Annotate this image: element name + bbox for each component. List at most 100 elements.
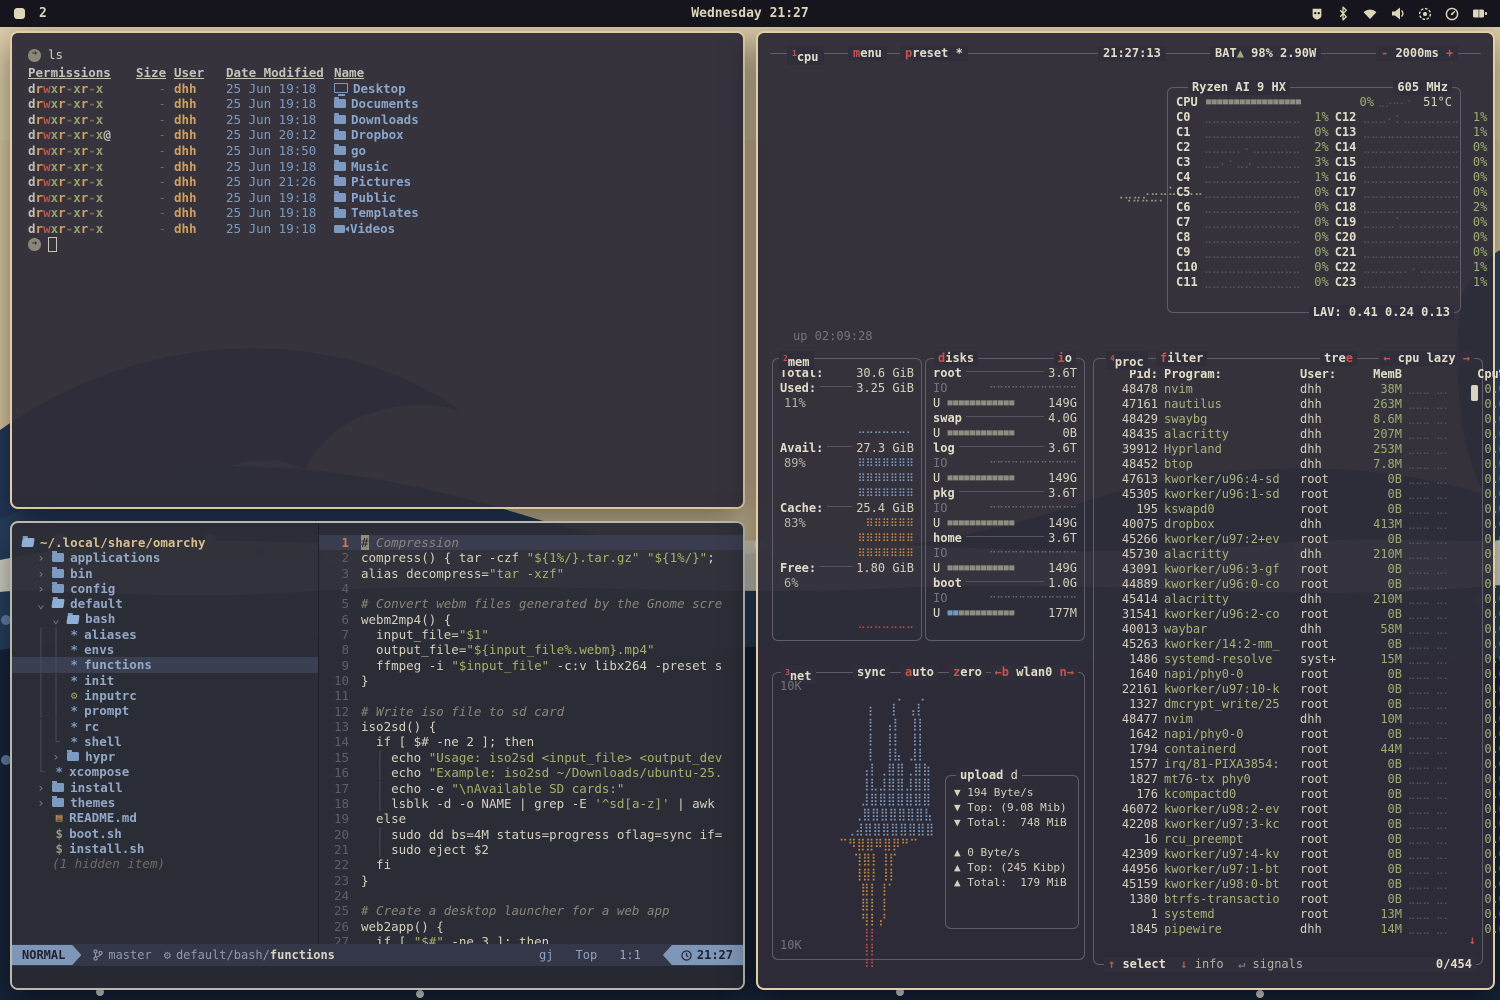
code-line-22[interactable]: 22 fi [319,857,743,872]
code-line-21[interactable]: 21 │ sudo eject $2 [319,842,743,857]
code-line-12[interactable]: 12# Write iso file to sd card [319,704,743,719]
prompt-line-empty[interactable]: ➜ [28,237,729,253]
tree-item-default[interactable]: ⌄ default [22,596,318,611]
code-line-4[interactable]: 4 [319,581,743,596]
volume-icon[interactable] [1391,7,1405,20]
tree-item-install[interactable]: › install [22,780,318,795]
code-line-23[interactable]: 23} [319,873,743,888]
process-row[interactable]: 1380btrfs-transactioroot0B⣀⣀⣀ ⣀⡀0.0 [1102,892,1478,907]
process-row[interactable]: 1827mt76-tx phy0root0B⣀⣀⣀ ⣀⡀0.0 [1102,772,1478,787]
process-row[interactable]: 48452btopdhh7.8M⣀⣀⣀ ⣀⡀0.0 [1102,457,1478,472]
process-row[interactable]: 1794containerdroot44M⣀⣀⣀ ⣀⡀0.0 [1102,742,1478,757]
process-row[interactable]: 45266kworker/u97:2+evroot0B⣀⣀⣀ ⣀⡀0.0 [1102,532,1478,547]
process-row[interactable]: 46072kworker/u98:2-evroot0B⣀⣀⣀ ⣀⡀0.0 [1102,802,1478,817]
tree-item-bin[interactable]: › bin [22,566,318,581]
git-branch[interactable]: master [93,948,151,962]
tree-item-applications[interactable]: › applications [22,550,318,565]
clock[interactable]: Wednesday 21:27 [0,6,1500,21]
mem-box-title[interactable]: 2mem [779,351,814,370]
file-name[interactable]: Dropbox [334,127,729,143]
file-name[interactable]: Desktop [334,81,729,97]
process-row[interactable]: 40013waybardhh58M⣀⣀⣀ ⣀⡀0.0 [1102,622,1478,637]
net-interface-switcher[interactable]: ←b wlan0 n→ [991,665,1078,680]
battery-icon[interactable] [1472,7,1488,20]
file-path[interactable]: ⚙ default/bash/functions [164,948,335,962]
code-line-27[interactable]: 27 if [ "$#" -ne 3 ]; then [319,934,743,944]
code-line-7[interactable]: 7 input_file="$1" [319,627,743,642]
process-scrollbar[interactable] [1471,385,1478,401]
tree-item-readme-md[interactable]: ▤README.md [22,810,318,825]
process-row[interactable]: 45305kworker/u96:1-sdroot0B⣀⣀⣀ ⣀⡀0.0 [1102,487,1478,502]
tree-item-xcompose[interactable]: └ *xcompose [22,764,318,779]
process-row[interactable]: 39912Hyprlanddhh253M⣀⣀⣀ ⣀⡀0.0 [1102,442,1478,457]
process-row[interactable]: 48435alacrittydhh207M⣀⣀⣀ ⣀⡀0.0 [1102,427,1478,442]
code-line-10[interactable]: 10} [319,673,743,688]
refresh-interval-control[interactable]: - 2000ms + [1376,46,1458,61]
wifi-icon[interactable] [1362,7,1378,20]
process-row[interactable]: 45263kworker/14:2-mm_root0B⣀⣀⣀ ⣀⡀0.0 [1102,637,1478,652]
process-row[interactable]: 43091kworker/u96:3-gfroot0B⣀⣀⣀ ⣀⡀0.0 [1102,562,1478,577]
file-name[interactable]: go [334,143,729,159]
process-row[interactable]: 1577irq/81-PIXA3854:root0B⣀⣀⣀ ⣀⡀0.0 [1102,757,1478,772]
code-line-25[interactable]: 25# Create a desktop launcher for a web … [319,903,743,918]
code-line-18[interactable]: 18 │ lsblk -d -o NAME | grep -E '^sd[a-z… [319,796,743,811]
proc-filter-button[interactable]: filter [1156,351,1207,366]
code-line-8[interactable]: 8 output_file="${input_file%.webm}.mp4" [319,642,743,657]
tree-item-prompt[interactable]: │ │ *prompt [22,703,318,718]
screen-record-icon[interactable] [1418,7,1432,21]
net-auto-toggle[interactable]: auto [901,665,938,680]
file-name[interactable]: Pictures [334,174,729,190]
code-line-17[interactable]: 17 │ echo -e "\nAvailable SD cards:" [319,781,743,796]
tree-item-boot-sh[interactable]: $boot.sh [22,826,318,841]
process-row[interactable]: 1640napi/phy0-0root0B⣀⣀⣀ ⣀⡀0.0 [1102,667,1478,682]
process-row[interactable]: 45159kworker/u98:0-btroot0B⣀⣀⣀ ⣀⡀0.0 [1102,877,1478,892]
process-row[interactable]: 195kswapd0root0B⣀⣀⣀ ⣀⡀0.0 [1102,502,1478,517]
process-row[interactable]: 1systemdroot13M⣀⣀⣀ ⣀⡀0.0 [1102,907,1478,922]
code-line-16[interactable]: 16 │ echo "Example: iso2sd ~/Downloads/u… [319,765,743,780]
disks-box-title[interactable]: disks [934,351,978,366]
code-line-11[interactable]: 11 [319,688,743,703]
tree-item-themes[interactable]: › themes [22,795,318,810]
process-row[interactable]: 1642napi/phy0-0root0B⣀⣀⣀ ⣀⡀0.0 [1102,727,1478,742]
tree-item-hypr[interactable]: │ › hypr [22,749,318,764]
code-line-2[interactable]: 2compress() { tar -czf "${1%/}.tar.gz" "… [319,550,743,565]
code-line-26[interactable]: 26web2app() { [319,919,743,934]
process-row[interactable]: 22161kworker/u97:10-kroot0B⣀⣀⣀ ⣀⡀0.0 [1102,682,1478,697]
io-mode-toggle[interactable]: io [1054,351,1076,366]
file-name[interactable]: Music [334,159,729,175]
code-line-13[interactable]: 13iso2sd() { [319,719,743,734]
process-row[interactable]: 42208kworker/u97:3-kcroot0B⣀⣀⣀ ⣀⡀0.0 [1102,817,1478,832]
tree-item-envs[interactable]: │ │ *envs [22,642,318,657]
process-row[interactable]: 176kcompactd0root0B⣀⣀⣀ ⣀⡀0.0 [1102,787,1478,802]
file-name[interactable]: Templates [334,205,729,221]
code-line-5[interactable]: 5# Convert webm files generated by the G… [319,596,743,611]
process-row[interactable]: 45414alacrittydhh210M⣀⣀⣀ ⣀⡀0.0 [1102,592,1478,607]
proc-box-title[interactable]: 4proc [1106,351,1148,370]
tree-item-shell[interactable]: │ └ *shell [22,734,318,749]
code-line-6[interactable]: 6webm2mp4() { [319,612,743,627]
net-zero-toggle[interactable]: zero [949,665,986,680]
net-sync-toggle[interactable]: sync [853,665,890,680]
tree-root[interactable]: ~/.local/share/omarchy [22,535,318,550]
gauge-icon[interactable] [1445,7,1459,21]
proc-tree-toggle[interactable]: tree [1320,351,1357,366]
file-name[interactable]: Public [334,190,729,206]
code-line-24[interactable]: 24 [319,888,743,903]
process-row[interactable]: 42309kworker/u97:4-kvroot0B⣀⣀⣀ ⣀⡀0.0 [1102,847,1478,862]
tree-item-functions[interactable]: │ │ *functions [12,657,318,672]
process-row[interactable]: 48429swaybgdhh8.6M⣀⣀⣀ ⣀⡀0.0 [1102,412,1478,427]
scroll-down-indicator[interactable]: ↓ [1469,933,1476,948]
code-line-3[interactable]: 3alias decompress="tar -xzf" [319,566,743,581]
tree-item-aliases[interactable]: │ │ *aliases [22,627,318,642]
tree-item-bash[interactable]: ⌄ bash [22,611,318,626]
process-row[interactable]: 1327dmcrypt_write/25root0B⣀⣀⣀ ⣀⡀0.0 [1102,697,1478,712]
tree-item-rc[interactable]: │ │ *rc [22,719,318,734]
preset-button[interactable]: preset * [900,46,968,61]
tab-cpu[interactable]: 1cpu [787,46,824,65]
code-line-15[interactable]: 15 │ echo "Usage: iso2sd <input_file> <o… [319,750,743,765]
process-row[interactable]: 31541kworker/u96:2-coroot0B⣀⣀⣀ ⣀⡀0.0 [1102,607,1478,622]
process-row[interactable]: 16rcu_preemptroot0B⣀⣀⣀ ⣀⡀0.0 [1102,832,1478,847]
code-line-14[interactable]: 14 if [ $# -ne 2 ]; then [319,734,743,749]
process-row[interactable]: 48478nvimdhh38M⣀⣀⣀ ⣀⡀0.0 [1102,382,1478,397]
file-name[interactable]: Documents [334,96,729,112]
